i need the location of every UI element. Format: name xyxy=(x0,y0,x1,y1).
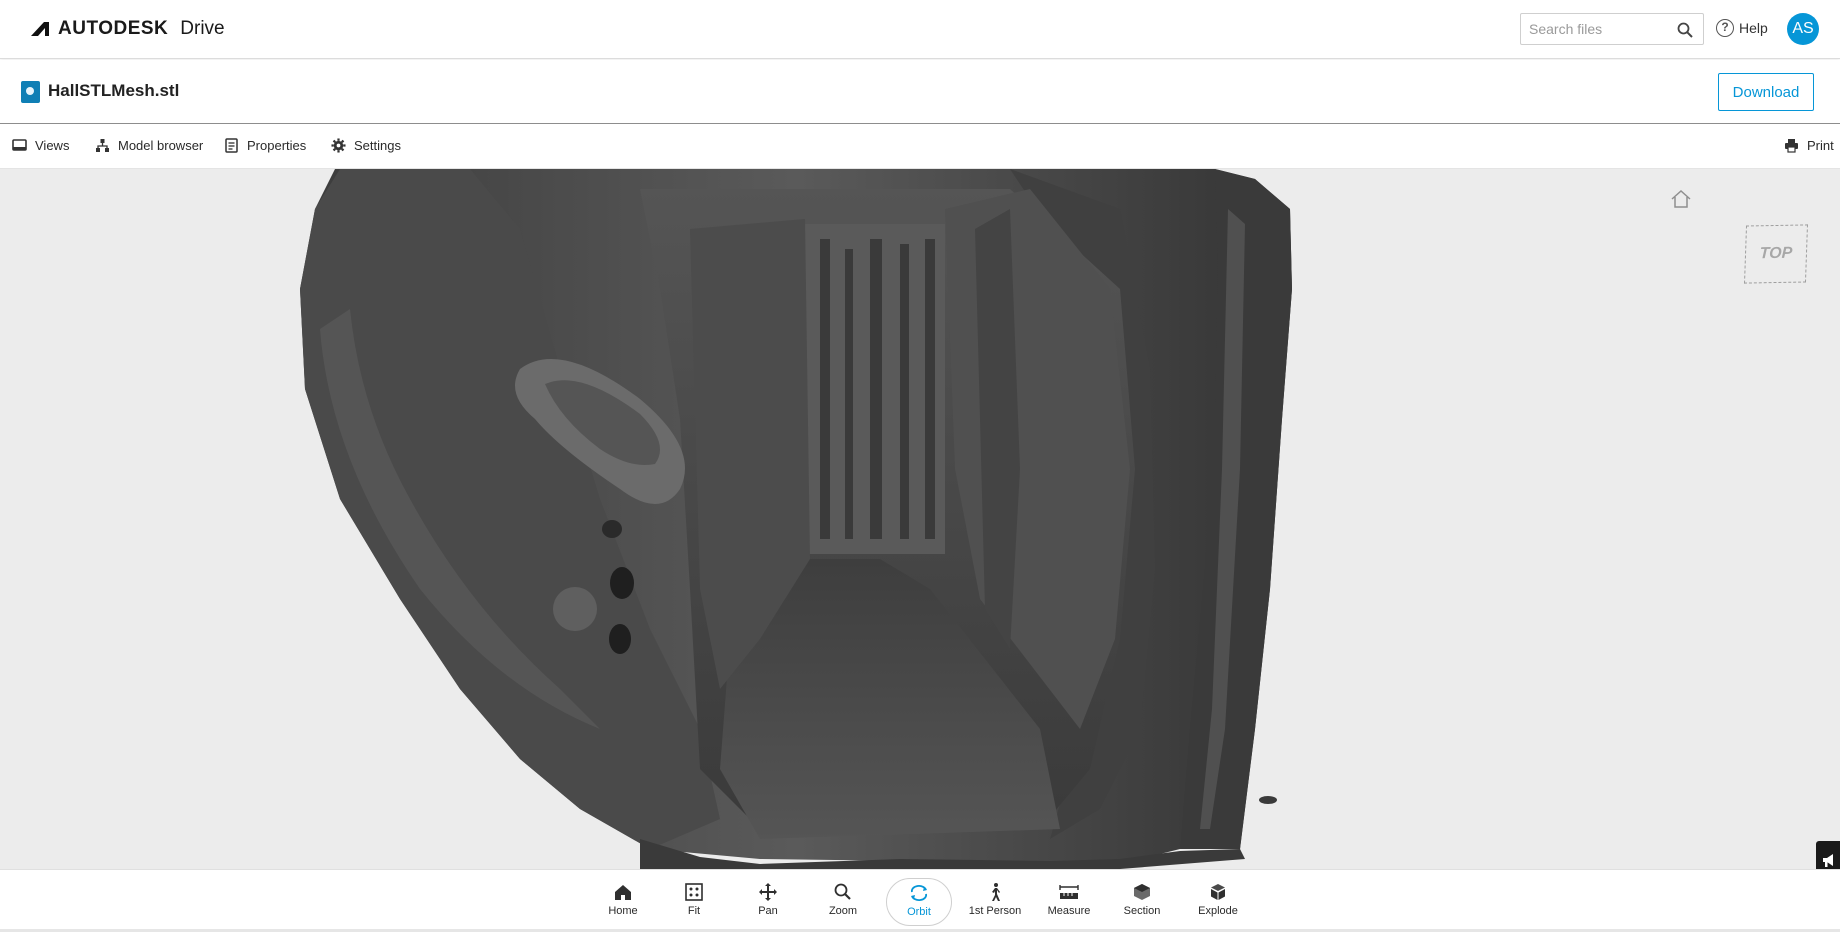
nav-fit-label: Fit xyxy=(687,905,701,917)
settings-button[interactable]: Settings xyxy=(331,138,401,153)
nav-orbit-label: Orbit xyxy=(907,906,931,918)
viewer-toolbar: Views Model browser Properties Settings … xyxy=(0,125,1840,169)
measure-icon xyxy=(1059,885,1079,899)
orbit-icon xyxy=(910,885,928,901)
first-person-icon xyxy=(992,883,1000,901)
navigation-toolbar: Home Fit Pan Zoom Orbit 1st Person Measu… xyxy=(0,869,1840,932)
explode-icon xyxy=(1211,884,1225,900)
help-label: Help xyxy=(1739,20,1768,36)
model-mesh[interactable] xyxy=(0,169,1840,869)
feedback-button[interactable] xyxy=(1816,841,1840,869)
properties-icon xyxy=(225,138,238,153)
megaphone-icon xyxy=(1823,854,1833,867)
nav-first-person-button[interactable]: 1st Person xyxy=(962,878,1028,926)
help-icon: ? xyxy=(1716,19,1734,37)
views-button[interactable]: Views xyxy=(12,138,69,153)
nav-first-person-label: 1st Person xyxy=(968,905,1022,917)
avatar[interactable]: AS xyxy=(1787,13,1819,45)
settings-label: Settings xyxy=(354,138,401,153)
help-button[interactable]: ? Help xyxy=(1716,19,1768,37)
autodesk-logo-icon xyxy=(31,22,49,36)
file-name: HallSTLMesh.stl xyxy=(48,81,180,100)
nav-pan-button[interactable]: Pan xyxy=(735,878,801,926)
nav-zoom-button[interactable]: Zoom xyxy=(810,878,876,926)
model-browser-label: Model browser xyxy=(118,138,204,153)
nav-section-button[interactable]: Section xyxy=(1109,878,1175,926)
properties-button[interactable]: Properties xyxy=(224,138,306,153)
nav-explode-label: Explode xyxy=(1198,905,1238,917)
brand-product: Drive xyxy=(180,18,225,39)
print-button[interactable]: Print xyxy=(1784,138,1834,153)
nav-pan-label: Pan xyxy=(758,905,778,917)
search-input[interactable] xyxy=(1521,14,1669,44)
views-label: Views xyxy=(35,138,70,153)
nav-section-label: Section xyxy=(1123,905,1161,917)
search-icon[interactable] xyxy=(1677,22,1693,38)
brand-name: AUTODESK xyxy=(58,18,169,39)
fit-icon xyxy=(685,883,703,901)
viewcube[interactable]: TOP xyxy=(1744,224,1808,284)
print-icon xyxy=(1785,139,1798,153)
model-browser-icon xyxy=(96,139,109,152)
viewer-home-icon[interactable] xyxy=(1670,189,1692,209)
model-viewer-canvas[interactable]: TOP xyxy=(0,169,1840,869)
views-icon xyxy=(12,139,27,151)
file-icon xyxy=(21,81,40,103)
brand-logo[interactable]: AUTODESK Drive xyxy=(30,18,225,40)
nav-explode-button[interactable]: Explode xyxy=(1185,878,1251,926)
search-box xyxy=(1520,13,1704,45)
nav-measure-label: Measure xyxy=(1047,905,1091,917)
nav-home-button[interactable]: Home xyxy=(590,878,656,926)
file-header: HallSTLMesh.stl xyxy=(0,60,1840,124)
nav-orbit-button[interactable]: Orbit xyxy=(886,878,952,926)
zoom-icon xyxy=(834,883,851,900)
nav-measure-button[interactable]: Measure xyxy=(1036,878,1102,926)
nav-home-label: Home xyxy=(608,905,638,917)
download-button[interactable]: Download xyxy=(1718,73,1814,111)
nav-fit-button[interactable]: Fit xyxy=(661,878,727,926)
model-browser-button[interactable]: Model browser xyxy=(95,138,203,153)
nav-zoom-label: Zoom xyxy=(828,905,858,917)
home-icon xyxy=(615,885,631,900)
print-label: Print xyxy=(1807,138,1834,153)
gear-icon xyxy=(331,138,346,153)
section-icon xyxy=(1134,884,1150,900)
pan-icon xyxy=(759,883,777,901)
top-bar: AUTODESK Drive ? Help AS xyxy=(0,0,1840,59)
properties-label: Properties xyxy=(247,138,307,153)
